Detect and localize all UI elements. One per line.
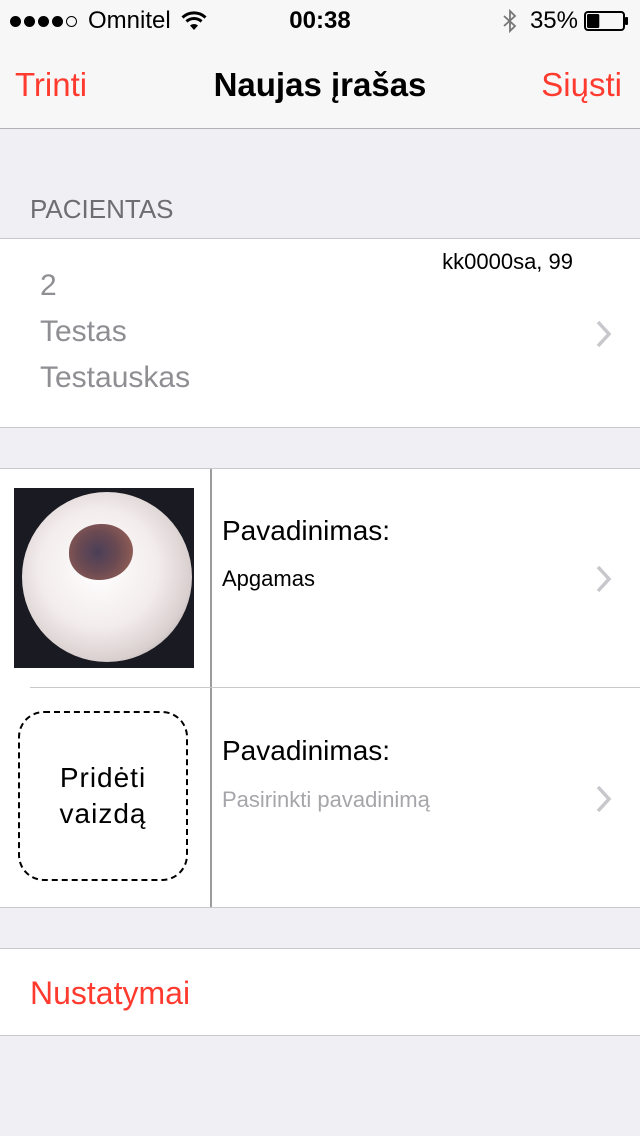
patient-last-name: Testauskas bbox=[40, 361, 191, 394]
navigation-bar: Trinti Naujas įrašas Siųsti bbox=[0, 40, 640, 129]
add-image-label-line2: vaizdą bbox=[59, 798, 147, 829]
chevron-right-icon bbox=[596, 320, 612, 348]
bluetooth-icon bbox=[503, 9, 517, 33]
mole-photo-thumbnail[interactable] bbox=[14, 488, 194, 668]
image-name-placeholder: Pasirinkti pavadinimą bbox=[222, 787, 430, 812]
section-header-patient: PACIENTAS bbox=[30, 194, 174, 224]
image-name-label: Pavadinimas: bbox=[222, 515, 391, 546]
row-divider bbox=[30, 687, 640, 688]
add-image-button[interactable]: Pridėti vaizdą bbox=[18, 711, 188, 881]
battery-percent: 35% bbox=[529, 7, 578, 34]
column-divider bbox=[210, 469, 212, 907]
patient-code: kk0000sa, 99 bbox=[442, 249, 573, 274]
send-button[interactable]: Siųsti bbox=[541, 66, 622, 104]
add-image-label-line1: Pridėti bbox=[59, 762, 147, 793]
status-bar: Omnitel 00:38 35% bbox=[0, 0, 640, 40]
patient-cell[interactable]: kk0000sa, 99 2 Testas Testauskas bbox=[0, 238, 640, 428]
chevron-right-icon bbox=[596, 565, 612, 593]
patient-id: 2 bbox=[40, 269, 57, 302]
settings-cell[interactable]: Nustatymai bbox=[0, 948, 640, 1036]
chevron-right-icon bbox=[596, 785, 612, 813]
image-name-value: Apgamas bbox=[222, 566, 315, 591]
battery-icon bbox=[584, 11, 628, 31]
settings-label: Nustatymai bbox=[30, 975, 191, 1011]
patient-first-name: Testas bbox=[40, 315, 127, 348]
images-section: Pavadinimas: Apgamas Pridėti vaizdą Pava… bbox=[0, 468, 640, 908]
image-name-label: Pavadinimas: bbox=[222, 735, 391, 766]
